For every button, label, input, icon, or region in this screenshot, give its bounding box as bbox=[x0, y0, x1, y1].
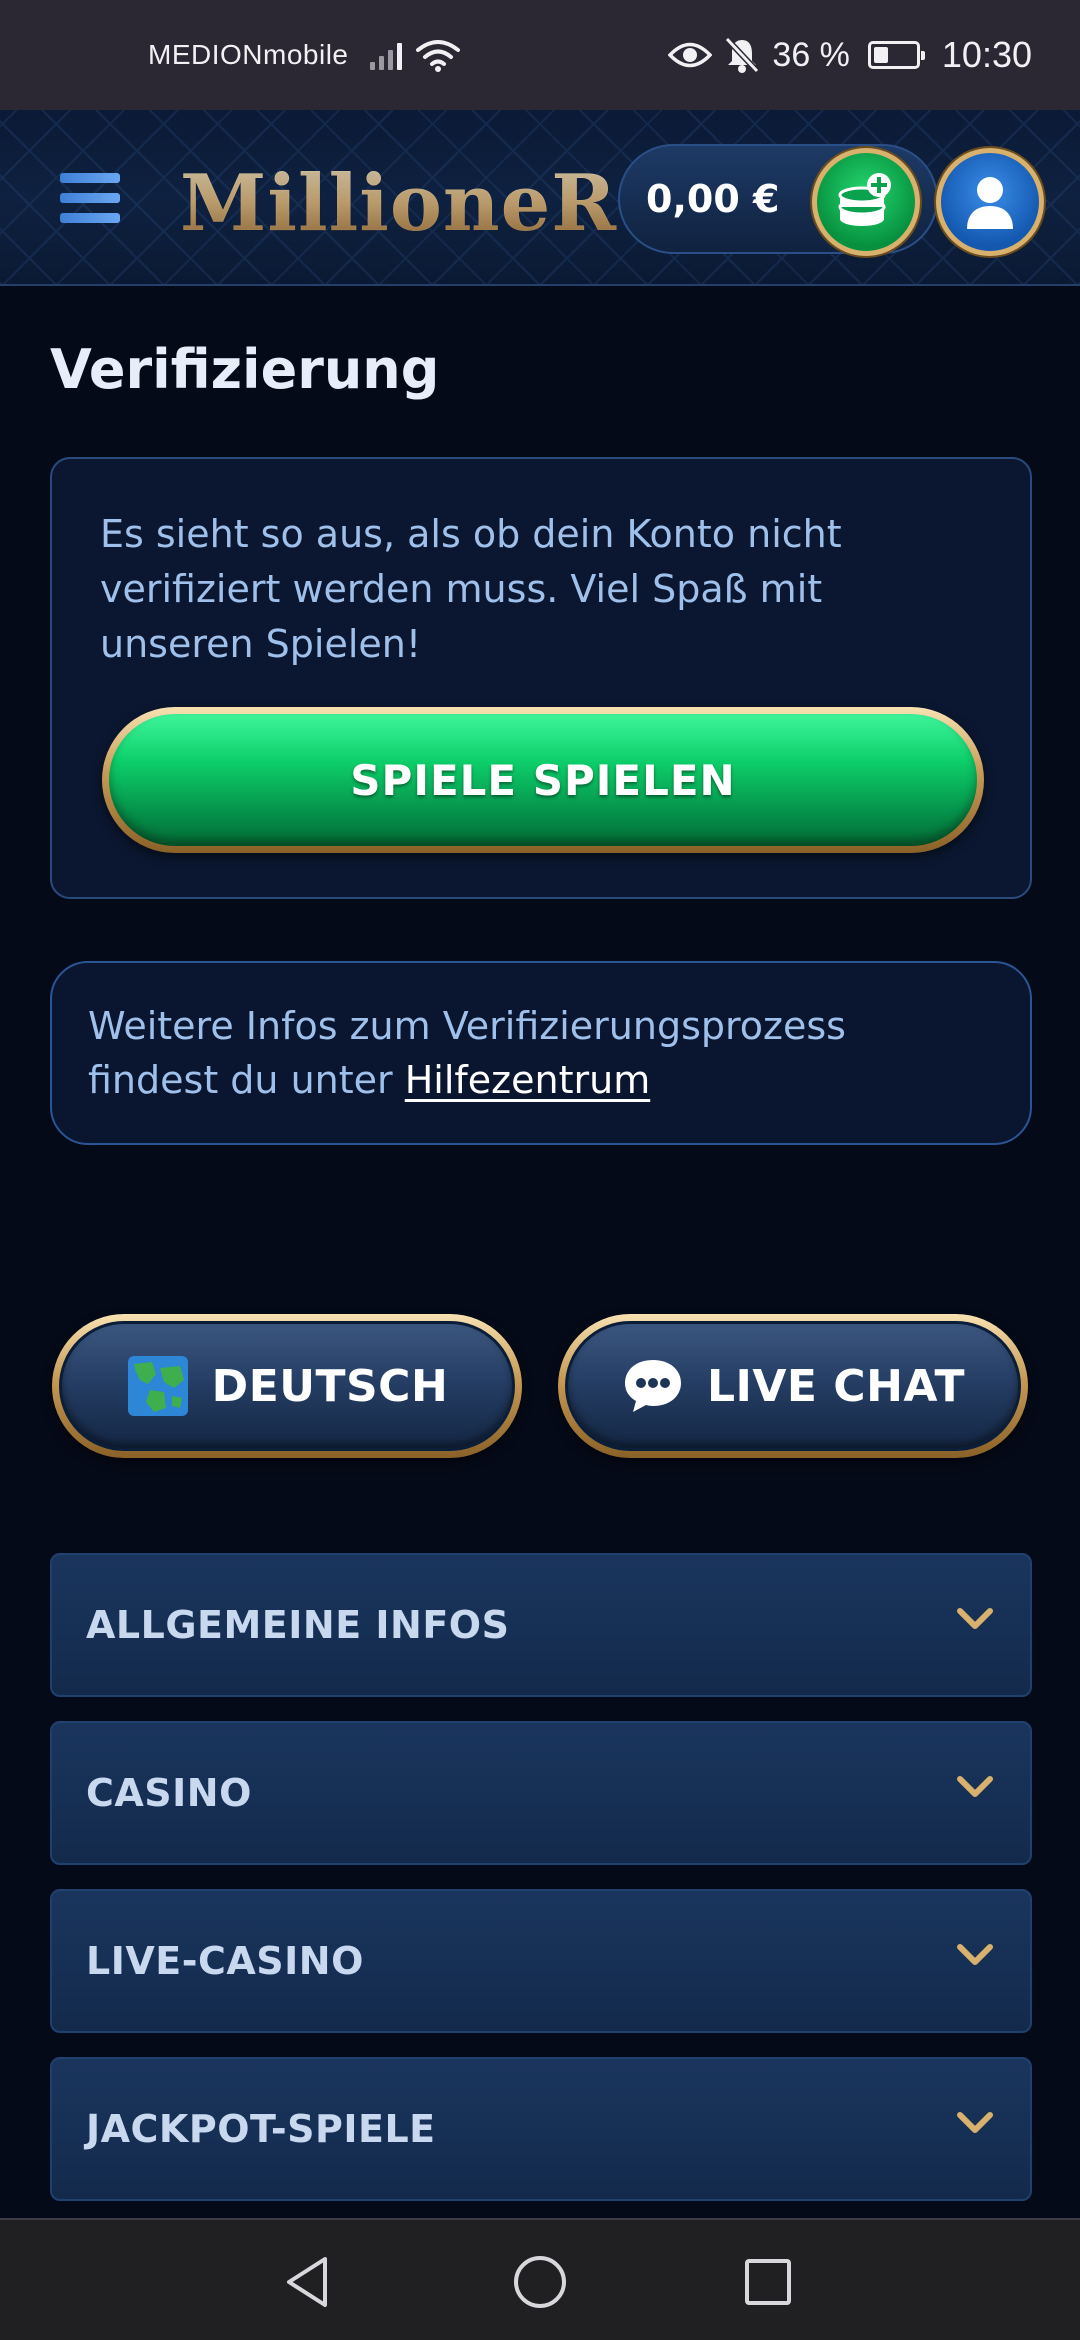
eye-icon bbox=[668, 42, 713, 68]
chevron-down-icon bbox=[957, 1944, 993, 1965]
page-title: Verifizierung bbox=[50, 338, 440, 401]
profile-button[interactable] bbox=[936, 148, 1044, 256]
verification-card: Es sieht so aus, als ob dein Konto nicht… bbox=[50, 457, 1032, 899]
live-chat-button[interactable]: LIVE CHAT bbox=[558, 1314, 1028, 1458]
live-chat-label: LIVE CHAT bbox=[706, 1360, 966, 1412]
accordion-label: LIVE-CASINO bbox=[86, 1939, 364, 1983]
language-label: DEUTSCH bbox=[211, 1360, 449, 1412]
status-bar: MEDIONmobile 36 % 10:30 bbox=[0, 0, 1080, 110]
chat-bubble-icon bbox=[624, 1360, 681, 1412]
battery-percent: 36 % bbox=[772, 35, 850, 74]
chevron-down-icon bbox=[957, 2112, 993, 2133]
accordion-label: ALLGEMEINE INFOS bbox=[86, 1603, 510, 1647]
carrier-name: MEDIONmobile bbox=[148, 39, 349, 70]
accordion-label: CASINO bbox=[86, 1771, 252, 1815]
accordion-general-info[interactable]: ALLGEMEINE INFOS bbox=[50, 1553, 1032, 1697]
battery-icon bbox=[867, 41, 925, 69]
info-card: Weitere Infos zum Verifizierungsprozess … bbox=[50, 961, 1032, 1145]
recents-button[interactable] bbox=[736, 2250, 800, 2314]
globe-icon bbox=[127, 1356, 188, 1416]
mute-bell-icon bbox=[725, 36, 760, 74]
play-games-label: SPIELE SPIELEN bbox=[350, 755, 736, 805]
clock: 10:30 bbox=[941, 34, 1032, 75]
back-button[interactable] bbox=[276, 2250, 340, 2314]
chevron-down-icon bbox=[957, 1776, 993, 1797]
balance-amount: 0,00 € bbox=[646, 177, 780, 221]
battery-level bbox=[873, 47, 888, 63]
accordion-jackpot-games[interactable]: JACKPOT-SPIELE bbox=[50, 2057, 1032, 2201]
user-icon bbox=[967, 177, 1013, 229]
info-text: Weitere Infos zum Verifizierungsprozess … bbox=[88, 999, 988, 1107]
help-center-link[interactable]: Hilfezentrum bbox=[405, 1058, 650, 1102]
play-games-button[interactable]: SPIELE SPIELEN bbox=[102, 707, 984, 853]
language-button[interactable]: DEUTSCH bbox=[52, 1314, 522, 1458]
coins-plus-icon bbox=[838, 173, 891, 226]
back-triangle-icon bbox=[287, 2257, 327, 2307]
live-chat-button-face: LIVE CHAT bbox=[565, 1321, 1021, 1451]
menu-icon[interactable] bbox=[60, 173, 120, 223]
deposit-button[interactable] bbox=[812, 148, 920, 256]
logo[interactable]: MillioneR bbox=[180, 158, 617, 249]
home-circle-icon bbox=[514, 2256, 566, 2308]
accordion-casino[interactable]: CASINO bbox=[50, 1721, 1032, 1865]
wifi-icon bbox=[416, 40, 461, 72]
accordion-live-casino[interactable]: LIVE-CASINO bbox=[50, 1889, 1032, 2033]
app-header: MillioneR 0,00 € bbox=[0, 110, 1080, 286]
home-button[interactable] bbox=[508, 2250, 572, 2314]
accordion-label: JACKPOT-SPIELE bbox=[86, 2107, 436, 2151]
verification-message: Es sieht so aus, als ob dein Konto nicht… bbox=[100, 512, 842, 666]
signal-icon bbox=[370, 40, 403, 70]
recents-square-icon bbox=[745, 2259, 791, 2305]
play-games-button-face: SPIELE SPIELEN bbox=[109, 714, 977, 846]
system-nav-bar bbox=[0, 2218, 1080, 2340]
language-button-face: DEUTSCH bbox=[59, 1321, 515, 1451]
chevron-down-icon bbox=[957, 1608, 993, 1629]
